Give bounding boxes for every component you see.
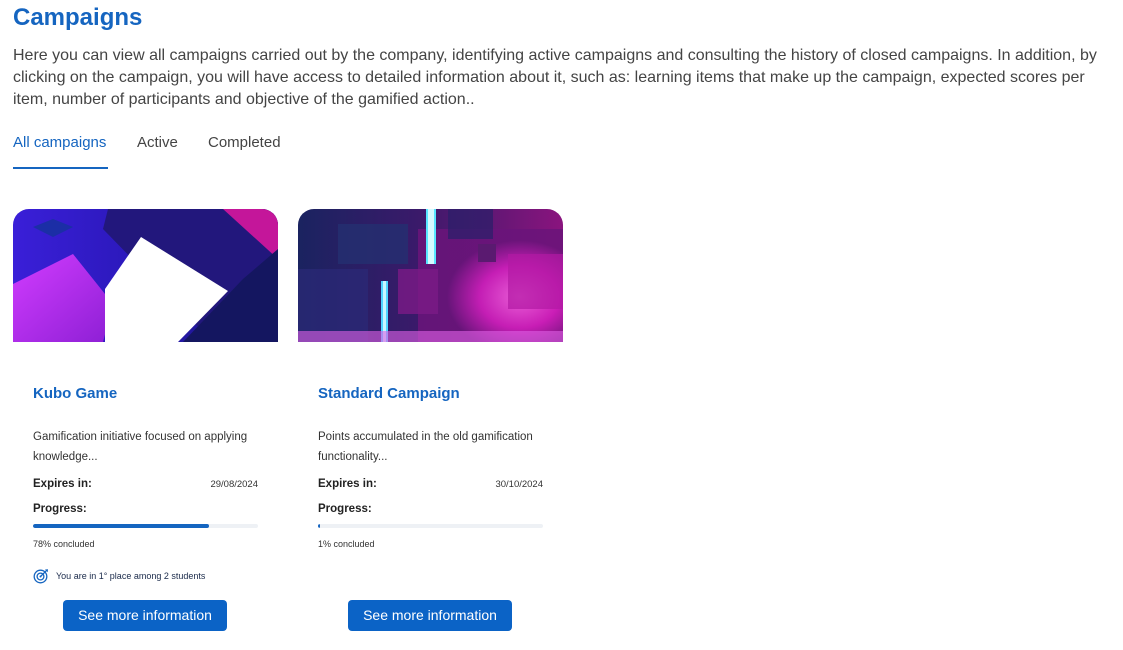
- see-more-information-button[interactable]: See more information: [348, 600, 512, 631]
- see-more-information-button[interactable]: See more information: [63, 600, 227, 631]
- tab-all-campaigns[interactable]: All campaigns: [13, 132, 108, 169]
- campaign-description: Points accumulated in the old gamificati…: [318, 431, 533, 463]
- campaign-title[interactable]: Standard Campaign: [318, 385, 460, 402]
- progress-bar-fill: [318, 524, 321, 528]
- progress-text: 1% concluded: [318, 539, 375, 549]
- campaign-cover-image[interactable]: [298, 209, 563, 342]
- progress-bar: [33, 524, 258, 528]
- progress-bar: [318, 524, 543, 528]
- ranking-text: You are in 1° place among 2 students: [56, 571, 206, 581]
- expires-date: 30/10/2024: [495, 479, 543, 490]
- page-title: Campaigns: [13, 4, 143, 31]
- campaign-description: Gamification initiative focused on apply…: [33, 431, 248, 463]
- progress-text: 78% concluded: [33, 539, 95, 549]
- expires-label: Expires in:: [33, 478, 92, 490]
- campaign-card-standard-campaign[interactable]: Standard Campaign Points accumulated in …: [298, 209, 563, 639]
- progress-label: Progress:: [318, 503, 372, 515]
- campaign-card-kubo-game[interactable]: Kubo Game Gamification initiative focuse…: [13, 209, 278, 639]
- progress-label: Progress:: [33, 503, 87, 515]
- ranking-info: You are in 1° place among 2 students: [33, 568, 205, 584]
- expires-label: Expires in:: [318, 478, 377, 490]
- campaign-cover-image[interactable]: [13, 209, 278, 342]
- tab-active[interactable]: Active: [137, 132, 178, 169]
- tab-completed[interactable]: Completed: [208, 132, 281, 169]
- expires-date: 29/08/2024: [210, 479, 258, 490]
- campaign-title[interactable]: Kubo Game: [33, 385, 117, 402]
- progress-bar-fill: [33, 524, 209, 528]
- target-icon: [33, 569, 48, 584]
- page-description: Here you can view all campaigns carried …: [13, 47, 1097, 108]
